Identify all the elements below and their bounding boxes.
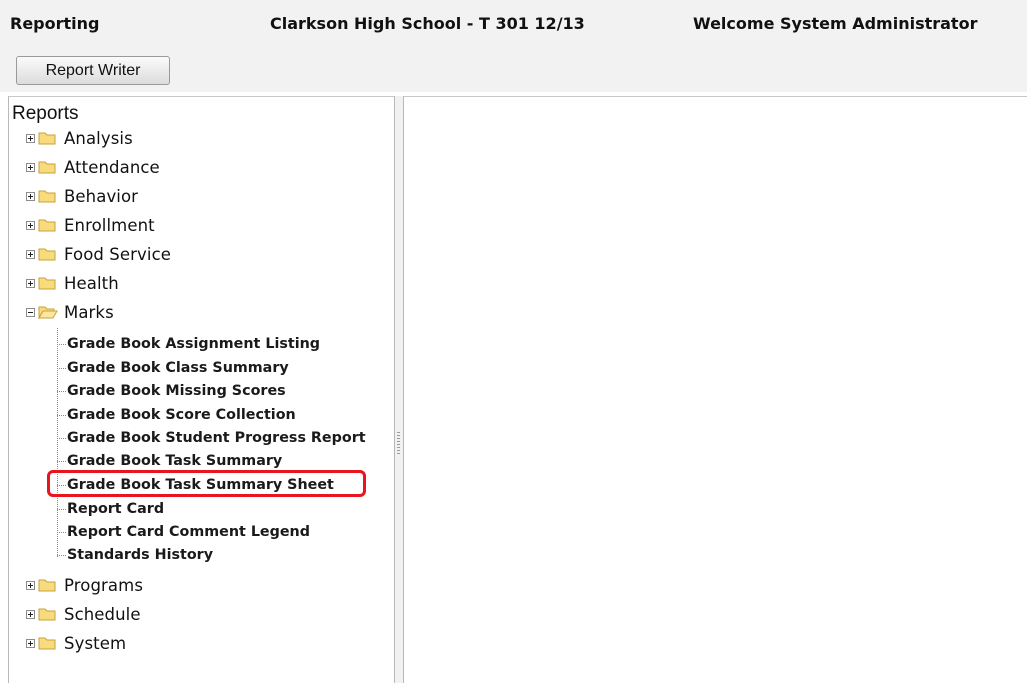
tree-connector	[57, 508, 66, 510]
folder-icon	[38, 131, 56, 145]
tree-connector	[57, 390, 66, 392]
pane-splitter[interactable]	[395, 96, 403, 683]
tree-folder-attendance[interactable]: Attendance	[26, 156, 160, 178]
tree-folder-health[interactable]: Health	[26, 272, 119, 294]
toolbar: Report Writer	[0, 44, 1027, 92]
tree-folder-schedule[interactable]: Schedule	[26, 603, 141, 625]
folder-label: Enrollment	[64, 215, 155, 235]
report-writer-button[interactable]: Report Writer	[16, 56, 170, 85]
report-item-label: Report Card Comment Legend	[67, 524, 310, 540]
report-item-report-card[interactable]: Report Card	[57, 500, 164, 518]
expand-icon[interactable]	[26, 133, 35, 143]
report-content-pane	[403, 96, 1027, 683]
folder-open-icon	[38, 305, 58, 319]
tree-connector	[57, 367, 66, 369]
highlight-box	[47, 470, 366, 497]
tree-connector	[57, 531, 66, 533]
folder-icon	[38, 636, 56, 650]
report-item-label: Grade Book Missing Scores	[67, 383, 286, 399]
folder-label: Analysis	[64, 128, 133, 148]
folder-label: Food Service	[64, 244, 171, 264]
tree-folder-behavior[interactable]: Behavior	[26, 185, 138, 207]
folder-label: Programs	[64, 575, 144, 595]
tree-title: Reports	[12, 103, 79, 124]
folder-label: Behavior	[64, 186, 139, 206]
expand-icon[interactable]	[26, 162, 35, 172]
folder-icon	[38, 218, 56, 232]
tree-folder-food-service[interactable]: Food Service	[26, 243, 171, 265]
tree-connector	[57, 343, 66, 345]
tree-connector	[57, 554, 66, 556]
folder-label: System	[64, 633, 127, 653]
school-name: Clarkson High School - T 301 12/13	[270, 14, 585, 33]
report-item-grade-book-class-summary[interactable]: Grade Book Class Summary	[57, 359, 289, 377]
report-item-label: Grade Book Score Collection	[67, 407, 296, 423]
report-item-standards-history[interactable]: Standards History	[57, 546, 213, 564]
tree-folder-enrollment[interactable]: Enrollment	[26, 214, 155, 236]
report-item-label: Grade Book Task Summary	[67, 453, 283, 469]
folder-icon	[38, 247, 56, 261]
report-item-label: Grade Book Class Summary	[67, 360, 289, 376]
folder-icon	[38, 276, 56, 290]
folder-icon	[38, 189, 56, 203]
folder-icon	[38, 578, 56, 592]
report-item-label: Report Card	[67, 501, 165, 517]
report-item-label: Standards History	[67, 547, 214, 563]
collapse-icon[interactable]	[26, 307, 35, 317]
tree-connector	[57, 460, 66, 462]
expand-icon[interactable]	[26, 638, 35, 648]
tree-folder-programs[interactable]: Programs	[26, 574, 143, 596]
tree-folder-system[interactable]: System	[26, 632, 126, 654]
tree-connector	[57, 437, 66, 439]
folder-label: Health	[64, 273, 119, 293]
folder-label: Marks	[64, 302, 114, 322]
tree-folder-analysis[interactable]: Analysis	[26, 127, 133, 149]
folder-label: Schedule	[64, 604, 141, 624]
app-header: Reporting Clarkson High School - T 301 1…	[0, 0, 1027, 44]
tree-connector	[57, 414, 66, 416]
expand-icon[interactable]	[26, 609, 35, 619]
app-title: Reporting	[10, 14, 100, 33]
report-item-grade-book-task-summary[interactable]: Grade Book Task Summary	[57, 452, 282, 470]
report-item-grade-book-missing-scores[interactable]: Grade Book Missing Scores	[57, 382, 286, 400]
report-item-label: Grade Book Assignment Listing	[67, 336, 321, 352]
expand-icon[interactable]	[26, 191, 35, 201]
report-item-label: Grade Book Student Progress Report	[67, 430, 366, 446]
report-item-grade-book-assignment-listing[interactable]: Grade Book Assignment Listing	[57, 335, 320, 353]
expand-icon[interactable]	[26, 220, 35, 230]
folder-label: Attendance	[64, 157, 160, 177]
expand-icon[interactable]	[26, 249, 35, 259]
splitter-grip-icon[interactable]	[397, 432, 400, 454]
welcome-message: Welcome System Administrator	[693, 14, 978, 33]
report-item-grade-book-student-progress-report[interactable]: Grade Book Student Progress Report	[57, 429, 366, 447]
expand-icon[interactable]	[26, 580, 35, 590]
report-item-report-card-comment-legend[interactable]: Report Card Comment Legend	[57, 523, 310, 541]
folder-icon	[38, 160, 56, 174]
report-item-grade-book-score-collection[interactable]: Grade Book Score Collection	[57, 406, 296, 424]
tree-folder-marks[interactable]: Marks	[26, 301, 114, 323]
folder-icon	[38, 607, 56, 621]
expand-icon[interactable]	[26, 278, 35, 288]
